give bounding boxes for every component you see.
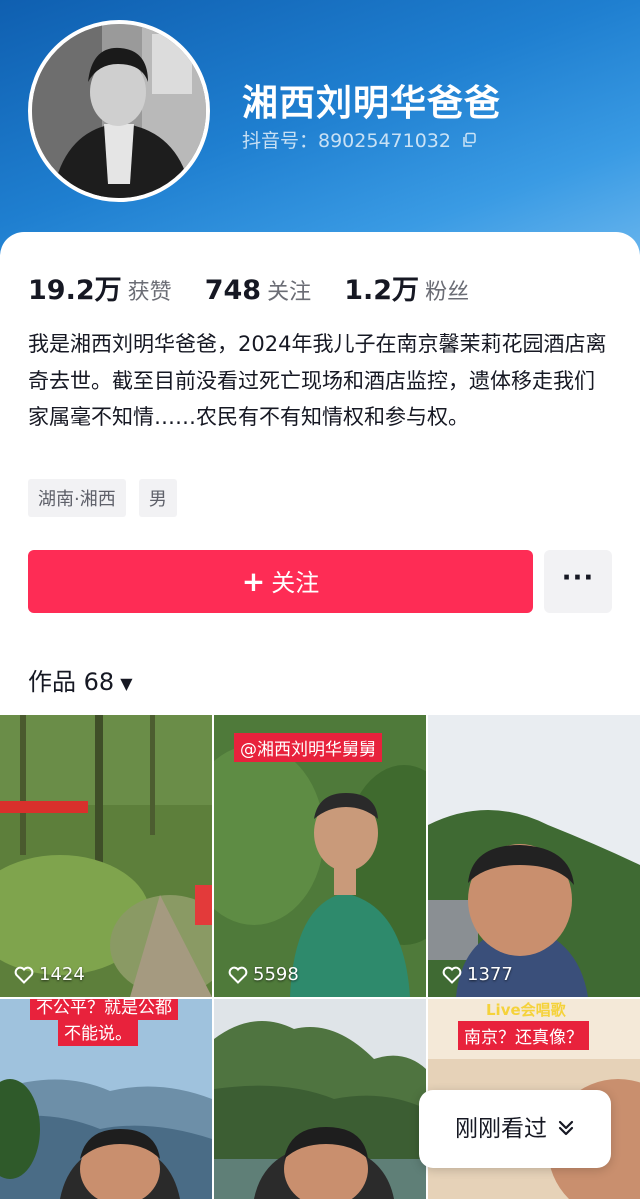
- works-tab[interactable]: 作品 68 ▼: [28, 662, 133, 697]
- video-likes-count: 5598: [253, 964, 299, 985]
- recently-viewed-label: 刚刚看过: [455, 1116, 547, 1142]
- video-likes-count: 1377: [467, 964, 513, 985]
- stat-likes[interactable]: 19.2万 获赞: [28, 268, 172, 307]
- nickname: 湘西刘明华爸爸: [242, 83, 502, 124]
- video-thumb[interactable]: 1424: [0, 715, 212, 997]
- tag-gender: 男: [138, 479, 177, 517]
- chevron-double-down-icon: [557, 1091, 575, 1169]
- stat-followers-value: 1.2万: [344, 275, 420, 306]
- avatar-photo: [32, 24, 206, 198]
- heart-icon: [228, 966, 248, 984]
- follow-button[interactable]: + 关注: [28, 550, 533, 613]
- plus-icon: +: [241, 565, 266, 598]
- video-thumb[interactable]: 不公平？就是公都 不能说。: [0, 999, 212, 1199]
- follow-label: 关注: [271, 569, 320, 597]
- stat-likes-value: 19.2万: [28, 275, 122, 306]
- video-thumb[interactable]: 1377: [428, 715, 640, 997]
- bio: 我是湘西刘明华爸爸，2024年我儿子在南京馨茉莉花园酒店离奇去世。截至目前没看过…: [28, 332, 607, 429]
- recently-viewed-button[interactable]: 刚刚看过: [419, 1090, 611, 1168]
- video-caption-top: Live会唱歌: [486, 1001, 566, 1019]
- more-button[interactable]: ···: [544, 550, 612, 613]
- douyin-id[interactable]: 抖音号：89025471032: [242, 126, 477, 153]
- video-thumb[interactable]: @湘西刘明华舅舅 5598: [214, 715, 426, 997]
- stat-following-value: 748: [204, 275, 262, 306]
- stat-followers-label: 粉丝: [425, 280, 470, 305]
- video-likes: 1377: [442, 964, 513, 985]
- avatar[interactable]: [28, 20, 210, 202]
- video-caption: 南京？还真像？: [458, 1021, 589, 1050]
- heart-icon: [442, 966, 462, 984]
- video-thumb-image: [214, 999, 426, 1199]
- video-likes: 1424: [14, 964, 85, 985]
- tag-location: 湖南·湘西: [28, 479, 126, 517]
- video-thumb-image: [0, 715, 212, 997]
- video-thumb-image: [428, 715, 640, 997]
- video-caption: @湘西刘明华舅舅: [234, 733, 382, 762]
- dropdown-icon: ▼: [120, 673, 133, 693]
- works-count: 68: [83, 668, 115, 696]
- stat-following-label: 关注: [267, 280, 312, 305]
- stat-likes-label: 获赞: [127, 280, 172, 305]
- heart-icon: [14, 966, 34, 984]
- stat-following[interactable]: 748 关注: [205, 274, 311, 306]
- stats-row: 19.2万 获赞 748 关注 1.2万 粉丝: [28, 268, 497, 307]
- douyin-id-text: 抖音号：89025471032: [242, 130, 451, 152]
- video-caption: 不能说。: [58, 1017, 138, 1046]
- tags: 湖南·湘西 男: [28, 479, 185, 517]
- video-thumb[interactable]: [214, 999, 426, 1199]
- video-likes-count: 1424: [39, 964, 85, 985]
- works-label: 作品: [28, 668, 76, 696]
- more-icon: ···: [561, 563, 595, 593]
- video-likes: 5598: [228, 964, 299, 985]
- stat-followers[interactable]: 1.2万 粉丝: [344, 268, 469, 307]
- copy-icon[interactable]: [461, 131, 477, 153]
